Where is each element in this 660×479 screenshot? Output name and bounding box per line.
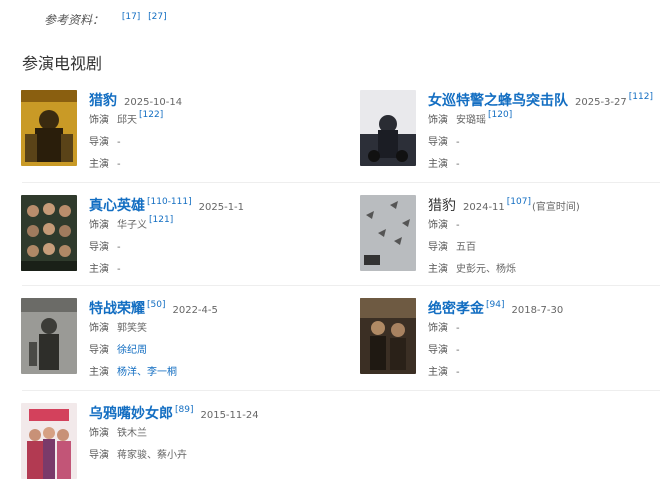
- reference-link[interactable]: [112]: [629, 92, 653, 102]
- director-label: 导演: [428, 345, 448, 356]
- reference-link[interactable]: [110-111]: [147, 197, 192, 207]
- tv-show-card: 猎豹 2024-11 [107] (官宣时间) 饰演 - 导演 五百 主演 史彭元、杨…: [360, 195, 660, 285]
- role-label: 饰演: [89, 220, 109, 231]
- references-label: 参考资料：: [44, 13, 105, 27]
- poster-image[interactable]: [360, 195, 416, 271]
- star-value: -: [117, 159, 121, 170]
- references-row: 参考资料： [17] [27]: [44, 11, 171, 28]
- divider: [22, 285, 660, 286]
- reference-link[interactable]: [17]: [122, 12, 140, 22]
- director-label: 导演: [428, 137, 448, 148]
- role-value: 华子义: [117, 220, 147, 231]
- role-value: 安璐瑶: [456, 115, 486, 126]
- director-link[interactable]: 徐纪周: [117, 345, 147, 356]
- poster-image[interactable]: [21, 195, 77, 271]
- show-title[interactable]: 女巡特警之蜂鸟突击队: [428, 90, 568, 110]
- poster-image[interactable]: [21, 403, 77, 479]
- director-label: 导演: [89, 242, 109, 253]
- reference-link[interactable]: [107]: [507, 197, 531, 207]
- role-value: -: [456, 323, 460, 334]
- show-date: 2025-10-14: [124, 97, 183, 108]
- show-date: 2025-3-27: [575, 97, 627, 108]
- poster-image[interactable]: [360, 90, 416, 166]
- tv-show-card: 女巡特警之蜂鸟突击队 2025-3-27 [112] 饰演 安璐瑶 [120] 导演…: [360, 90, 660, 180]
- show-date: 2024-11: [463, 202, 505, 213]
- show-date: 2018-7-30: [511, 305, 564, 316]
- show-date: 2015-11-24: [200, 410, 259, 421]
- reference-link[interactable]: [122]: [139, 110, 163, 120]
- star-value: -: [117, 264, 121, 275]
- divider: [22, 390, 660, 391]
- director-value: -: [117, 242, 121, 253]
- star-value: -: [456, 159, 460, 170]
- star-label: 主演: [428, 367, 448, 378]
- poster-image[interactable]: [21, 298, 77, 374]
- reference-link[interactable]: [94]: [486, 300, 504, 310]
- tv-show-card: 猎豹 2025-10-14 饰演 邱天 [122] 导演 - 主演 -: [21, 90, 321, 180]
- show-title[interactable]: 特战荣耀: [89, 298, 145, 318]
- role-label: 饰演: [428, 115, 448, 126]
- role-label: 饰演: [428, 220, 448, 231]
- show-title[interactable]: 猎豹: [89, 90, 117, 110]
- director-value: 五百: [456, 242, 476, 253]
- reference-link[interactable]: [89]: [175, 405, 193, 415]
- role-value: -: [456, 220, 460, 231]
- director-value: -: [456, 345, 460, 356]
- role-label: 饰演: [428, 323, 448, 334]
- star-label: 主演: [89, 367, 109, 378]
- star-link[interactable]: 杨洋、李一桐: [117, 367, 177, 378]
- tv-show-card: 乌鸦嘴妙女郎 [89] 2015-11-24 饰演 铁木兰 导演 蒋家骏、蔡小卉: [21, 403, 321, 479]
- director-label: 导演: [89, 345, 109, 356]
- tv-show-card: 真心英雄 [110-111] 2025-1-1 饰演 华子义 [121] 导演 - 主…: [21, 195, 321, 285]
- role-label: 饰演: [89, 323, 109, 334]
- reference-link[interactable]: [50]: [147, 300, 165, 310]
- role-label: 饰演: [89, 115, 109, 126]
- section-title: 参演电视剧: [22, 54, 103, 73]
- director-value: 蒋家骏、蔡小卉: [117, 450, 187, 461]
- reference-link[interactable]: [120]: [488, 110, 512, 120]
- tv-show-card: 特战荣耀 [50] 2022-4-5 饰演 郭笑笑 导演 徐纪周 主演 杨洋、李一桐: [21, 298, 321, 388]
- show-date: 2022-4-5: [172, 305, 218, 316]
- tv-show-card: 绝密孝金 [94] 2018-7-30 饰演 - 导演 - 主演 -: [360, 298, 660, 388]
- show-date: 2025-1-1: [198, 202, 245, 213]
- show-title[interactable]: 绝密孝金: [428, 298, 484, 318]
- star-value: -: [456, 367, 460, 378]
- show-title[interactable]: 真心英雄: [89, 195, 145, 215]
- date-note: (官宣时间): [532, 202, 580, 213]
- director-value: -: [117, 137, 121, 148]
- role-label: 饰演: [89, 428, 109, 439]
- show-title[interactable]: 猎豹: [428, 195, 456, 215]
- star-value: 史彭元、杨烁: [456, 264, 516, 275]
- director-value: -: [456, 137, 460, 148]
- poster-image[interactable]: [360, 298, 416, 374]
- role-value: 邱天: [117, 115, 137, 126]
- divider: [22, 182, 660, 183]
- show-title[interactable]: 乌鸦嘴妙女郎: [89, 403, 173, 423]
- director-label: 导演: [89, 450, 109, 461]
- poster-image[interactable]: [21, 90, 77, 166]
- role-value: 铁木兰: [117, 428, 147, 439]
- director-label: 导演: [428, 242, 448, 253]
- star-label: 主演: [428, 159, 448, 170]
- reference-link[interactable]: [121]: [149, 215, 173, 225]
- star-label: 主演: [428, 264, 448, 275]
- reference-link[interactable]: [27]: [148, 12, 166, 22]
- director-label: 导演: [89, 137, 109, 148]
- star-label: 主演: [89, 264, 109, 275]
- star-label: 主演: [89, 159, 109, 170]
- role-value: 郭笑笑: [117, 323, 147, 334]
